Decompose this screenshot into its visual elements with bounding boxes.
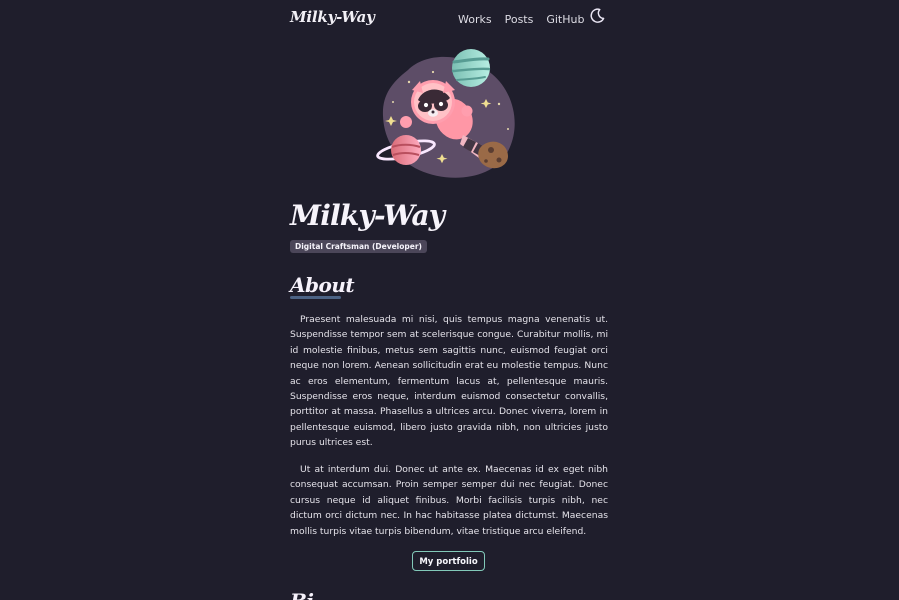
nav-link-posts[interactable]: Posts bbox=[505, 13, 534, 26]
role-badge: Digital Craftsman (Developer) bbox=[290, 240, 427, 253]
about-heading: About bbox=[290, 273, 355, 297]
navigation-links: Works Posts GitHub bbox=[458, 13, 584, 26]
page: Milky-Way Works Posts GitHub Milky-Way D… bbox=[0, 0, 899, 600]
nav-link-github[interactable]: GitHub bbox=[546, 13, 584, 26]
page-title: Milky-Way bbox=[290, 199, 445, 232]
moon-icon[interactable] bbox=[588, 7, 606, 25]
top-navigation: Milky-Way Works Posts GitHub bbox=[290, 0, 610, 40]
about-paragraph-1: Praesent malesuada mi nisi, quis tempus … bbox=[290, 314, 608, 449]
raccoon-astronaut-illustration bbox=[376, 49, 515, 178]
site-logo[interactable]: Milky-Way bbox=[290, 8, 375, 26]
portfolio-button[interactable]: My portfolio bbox=[412, 551, 485, 571]
about-paragraph-2: Ut at interdum dui. Donec ut ante ex. Ma… bbox=[290, 464, 608, 537]
next-section-heading: Bi bbox=[290, 588, 314, 600]
nav-link-works[interactable]: Works bbox=[458, 13, 492, 26]
about-heading-underline bbox=[290, 296, 341, 299]
